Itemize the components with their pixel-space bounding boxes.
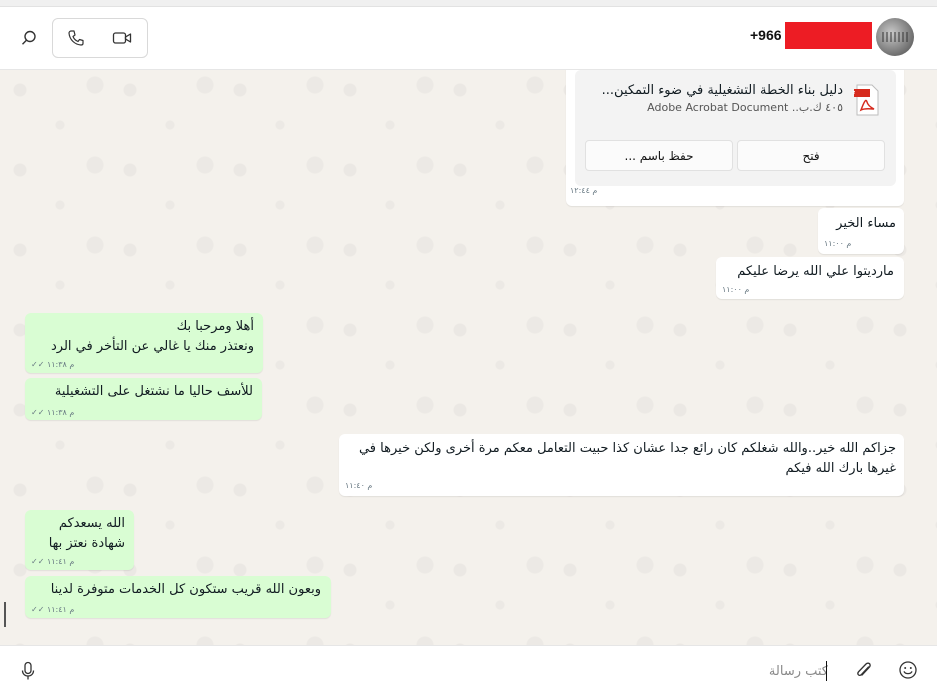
message-bubble-outgoing: الله يسعدكم شهادة نعتز بها م ١١:٤١ ✓✓ bbox=[25, 510, 134, 570]
message-time: م ١١:٤١ bbox=[46, 605, 75, 614]
attach-icon[interactable] bbox=[852, 659, 876, 683]
svg-text:PDF: PDF bbox=[853, 91, 856, 98]
message-time-row: م ١١:٤١ ✓✓ bbox=[31, 557, 74, 566]
chat-header: +966 bbox=[0, 7, 937, 70]
redaction-box bbox=[785, 22, 872, 49]
message-time: م ١١:٣٨ bbox=[46, 360, 75, 369]
message-text: وبعون الله قريب ستكون كل الخدمات متوفرة … bbox=[50, 582, 321, 597]
read-ticks-icon: ✓✓ bbox=[31, 605, 45, 614]
message-bubble-outgoing: أهلا ومرحبا بك ونعتذر منك يا غالي عن الت… bbox=[25, 313, 263, 373]
message-time: م ١١:٠٠ bbox=[824, 239, 852, 248]
message-time: م ١١:٠٠ bbox=[722, 285, 750, 294]
message-bubble-incoming: مساء الخير م ١١:٠٠ bbox=[818, 208, 904, 254]
chat-area[interactable]: دليل بناء الخطة التشغيلية في ضوء التمكين… bbox=[0, 70, 937, 645]
message-time: م ١٢:٤٤ bbox=[570, 186, 598, 195]
message-text: مارديتوا علي الله يرضا عليكم bbox=[737, 264, 894, 279]
read-ticks-icon: ✓✓ bbox=[31, 408, 45, 417]
video-icon[interactable] bbox=[110, 26, 134, 50]
window-top-strip bbox=[0, 0, 937, 7]
document-title: دليل بناء الخطة التشغيلية في ضوء التمكين… bbox=[601, 83, 843, 98]
document-card[interactable]: دليل بناء الخطة التشغيلية في ضوء التمكين… bbox=[575, 70, 896, 186]
document-meta: ٤٠٥ ك.ب.. Adobe Acrobat Document bbox=[647, 101, 843, 114]
emoji-icon[interactable] bbox=[896, 658, 920, 682]
message-bubble-outgoing: للأسف حاليا ما نشتغل على التشغيلية م ١١:… bbox=[25, 378, 262, 420]
document-message: دليل بناء الخطة التشغيلية في ضوء التمكين… bbox=[566, 70, 904, 206]
message-text: أهلا ومرحبا بك ونعتذر منك يا غالي عن الت… bbox=[51, 319, 254, 354]
message-bubble-incoming: مارديتوا علي الله يرضا عليكم م ١١:٠٠ bbox=[716, 257, 904, 299]
message-time-row: م ١١:٤١ ✓✓ bbox=[31, 605, 74, 614]
message-composer bbox=[0, 645, 937, 695]
message-time-row: م ١١:٣٨ ✓✓ bbox=[31, 408, 74, 417]
message-input[interactable] bbox=[60, 656, 828, 686]
message-time: م ١١:٤٠ bbox=[345, 481, 373, 490]
search-icon[interactable] bbox=[17, 26, 41, 50]
pdf-file-icon: PDF bbox=[842, 84, 881, 116]
save-as-button[interactable]: حفظ باسم ... bbox=[585, 140, 733, 171]
scroll-marker bbox=[4, 602, 6, 627]
message-time: م ١١:٤١ bbox=[46, 557, 75, 566]
open-button[interactable]: فتح bbox=[737, 140, 885, 171]
call-buttons-group bbox=[52, 18, 148, 58]
message-time-row: م ١١:٣٨ ✓✓ bbox=[31, 360, 74, 369]
message-bubble-incoming: جزاكم الله خير..والله شغلكم كان رائع جدا… bbox=[339, 434, 904, 496]
mic-icon[interactable] bbox=[16, 659, 40, 683]
avatar[interactable] bbox=[876, 18, 914, 56]
text-caret bbox=[826, 661, 827, 681]
message-time: م ١١:٣٨ bbox=[46, 408, 75, 417]
message-text: جزاكم الله خير..والله شغلكم كان رائع جدا… bbox=[358, 441, 896, 476]
read-ticks-icon: ✓✓ bbox=[31, 360, 45, 369]
message-text: الله يسعدكم شهادة نعتز بها bbox=[48, 516, 125, 551]
message-text: مساء الخير bbox=[836, 216, 896, 231]
message-bubble-outgoing: وبعون الله قريب ستكون كل الخدمات متوفرة … bbox=[25, 576, 331, 618]
contact-name[interactable]: +966 bbox=[750, 27, 782, 47]
read-ticks-icon: ✓✓ bbox=[31, 557, 45, 566]
message-text: للأسف حاليا ما نشتغل على التشغيلية bbox=[54, 384, 253, 399]
phone-icon[interactable] bbox=[64, 26, 88, 50]
